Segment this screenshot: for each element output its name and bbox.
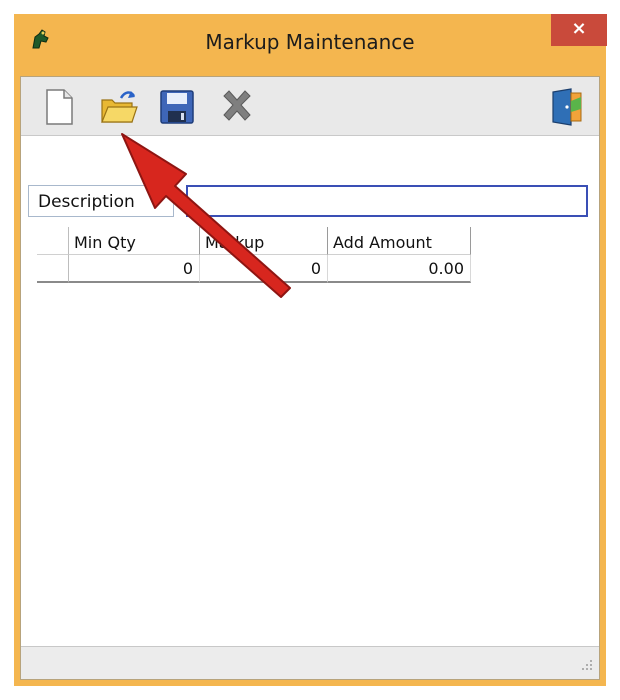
table-row[interactable]: 0 0 0.00 — [37, 255, 472, 283]
description-label: Description — [28, 185, 174, 217]
description-input[interactable] — [186, 185, 588, 217]
column-header-min-qty[interactable]: Min Qty — [69, 227, 200, 255]
grid-corner — [37, 227, 69, 255]
client-area: Description Min Qty Markup Add Amount 0 … — [20, 76, 600, 680]
toolbar — [21, 77, 599, 136]
window-frame: Markup Maintenance × Description Min Qty… — [14, 14, 607, 686]
status-bar — [21, 646, 599, 679]
markup-grid: Min Qty Markup Add Amount 0 0 0.00 — [37, 227, 472, 283]
open-folder-icon — [101, 91, 138, 123]
row-selector[interactable] — [37, 255, 69, 283]
exit-door-icon — [552, 88, 582, 126]
delete-button[interactable] — [217, 87, 257, 127]
save-icon — [160, 90, 194, 124]
column-header-add-amount[interactable]: Add Amount — [328, 227, 471, 255]
open-button[interactable] — [99, 87, 139, 127]
title-bar[interactable]: Markup Maintenance × — [14, 14, 607, 76]
resize-grip-icon[interactable] — [579, 659, 593, 673]
cell-min-qty[interactable]: 0 — [69, 255, 200, 283]
window-title: Markup Maintenance — [205, 30, 415, 54]
app-window: Markup Maintenance × Description Min Qty… — [0, 0, 620, 700]
delete-icon — [223, 90, 251, 121]
exit-button[interactable] — [547, 87, 587, 127]
grid-header-row: Min Qty Markup Add Amount — [37, 227, 472, 255]
close-button[interactable]: × — [551, 14, 607, 46]
new-icon — [46, 89, 73, 125]
new-button[interactable] — [39, 87, 79, 127]
column-header-markup[interactable]: Markup — [200, 227, 328, 255]
cell-markup[interactable]: 0 — [200, 255, 328, 283]
cell-add-amount[interactable]: 0.00 — [328, 255, 471, 283]
save-button[interactable] — [157, 87, 197, 127]
